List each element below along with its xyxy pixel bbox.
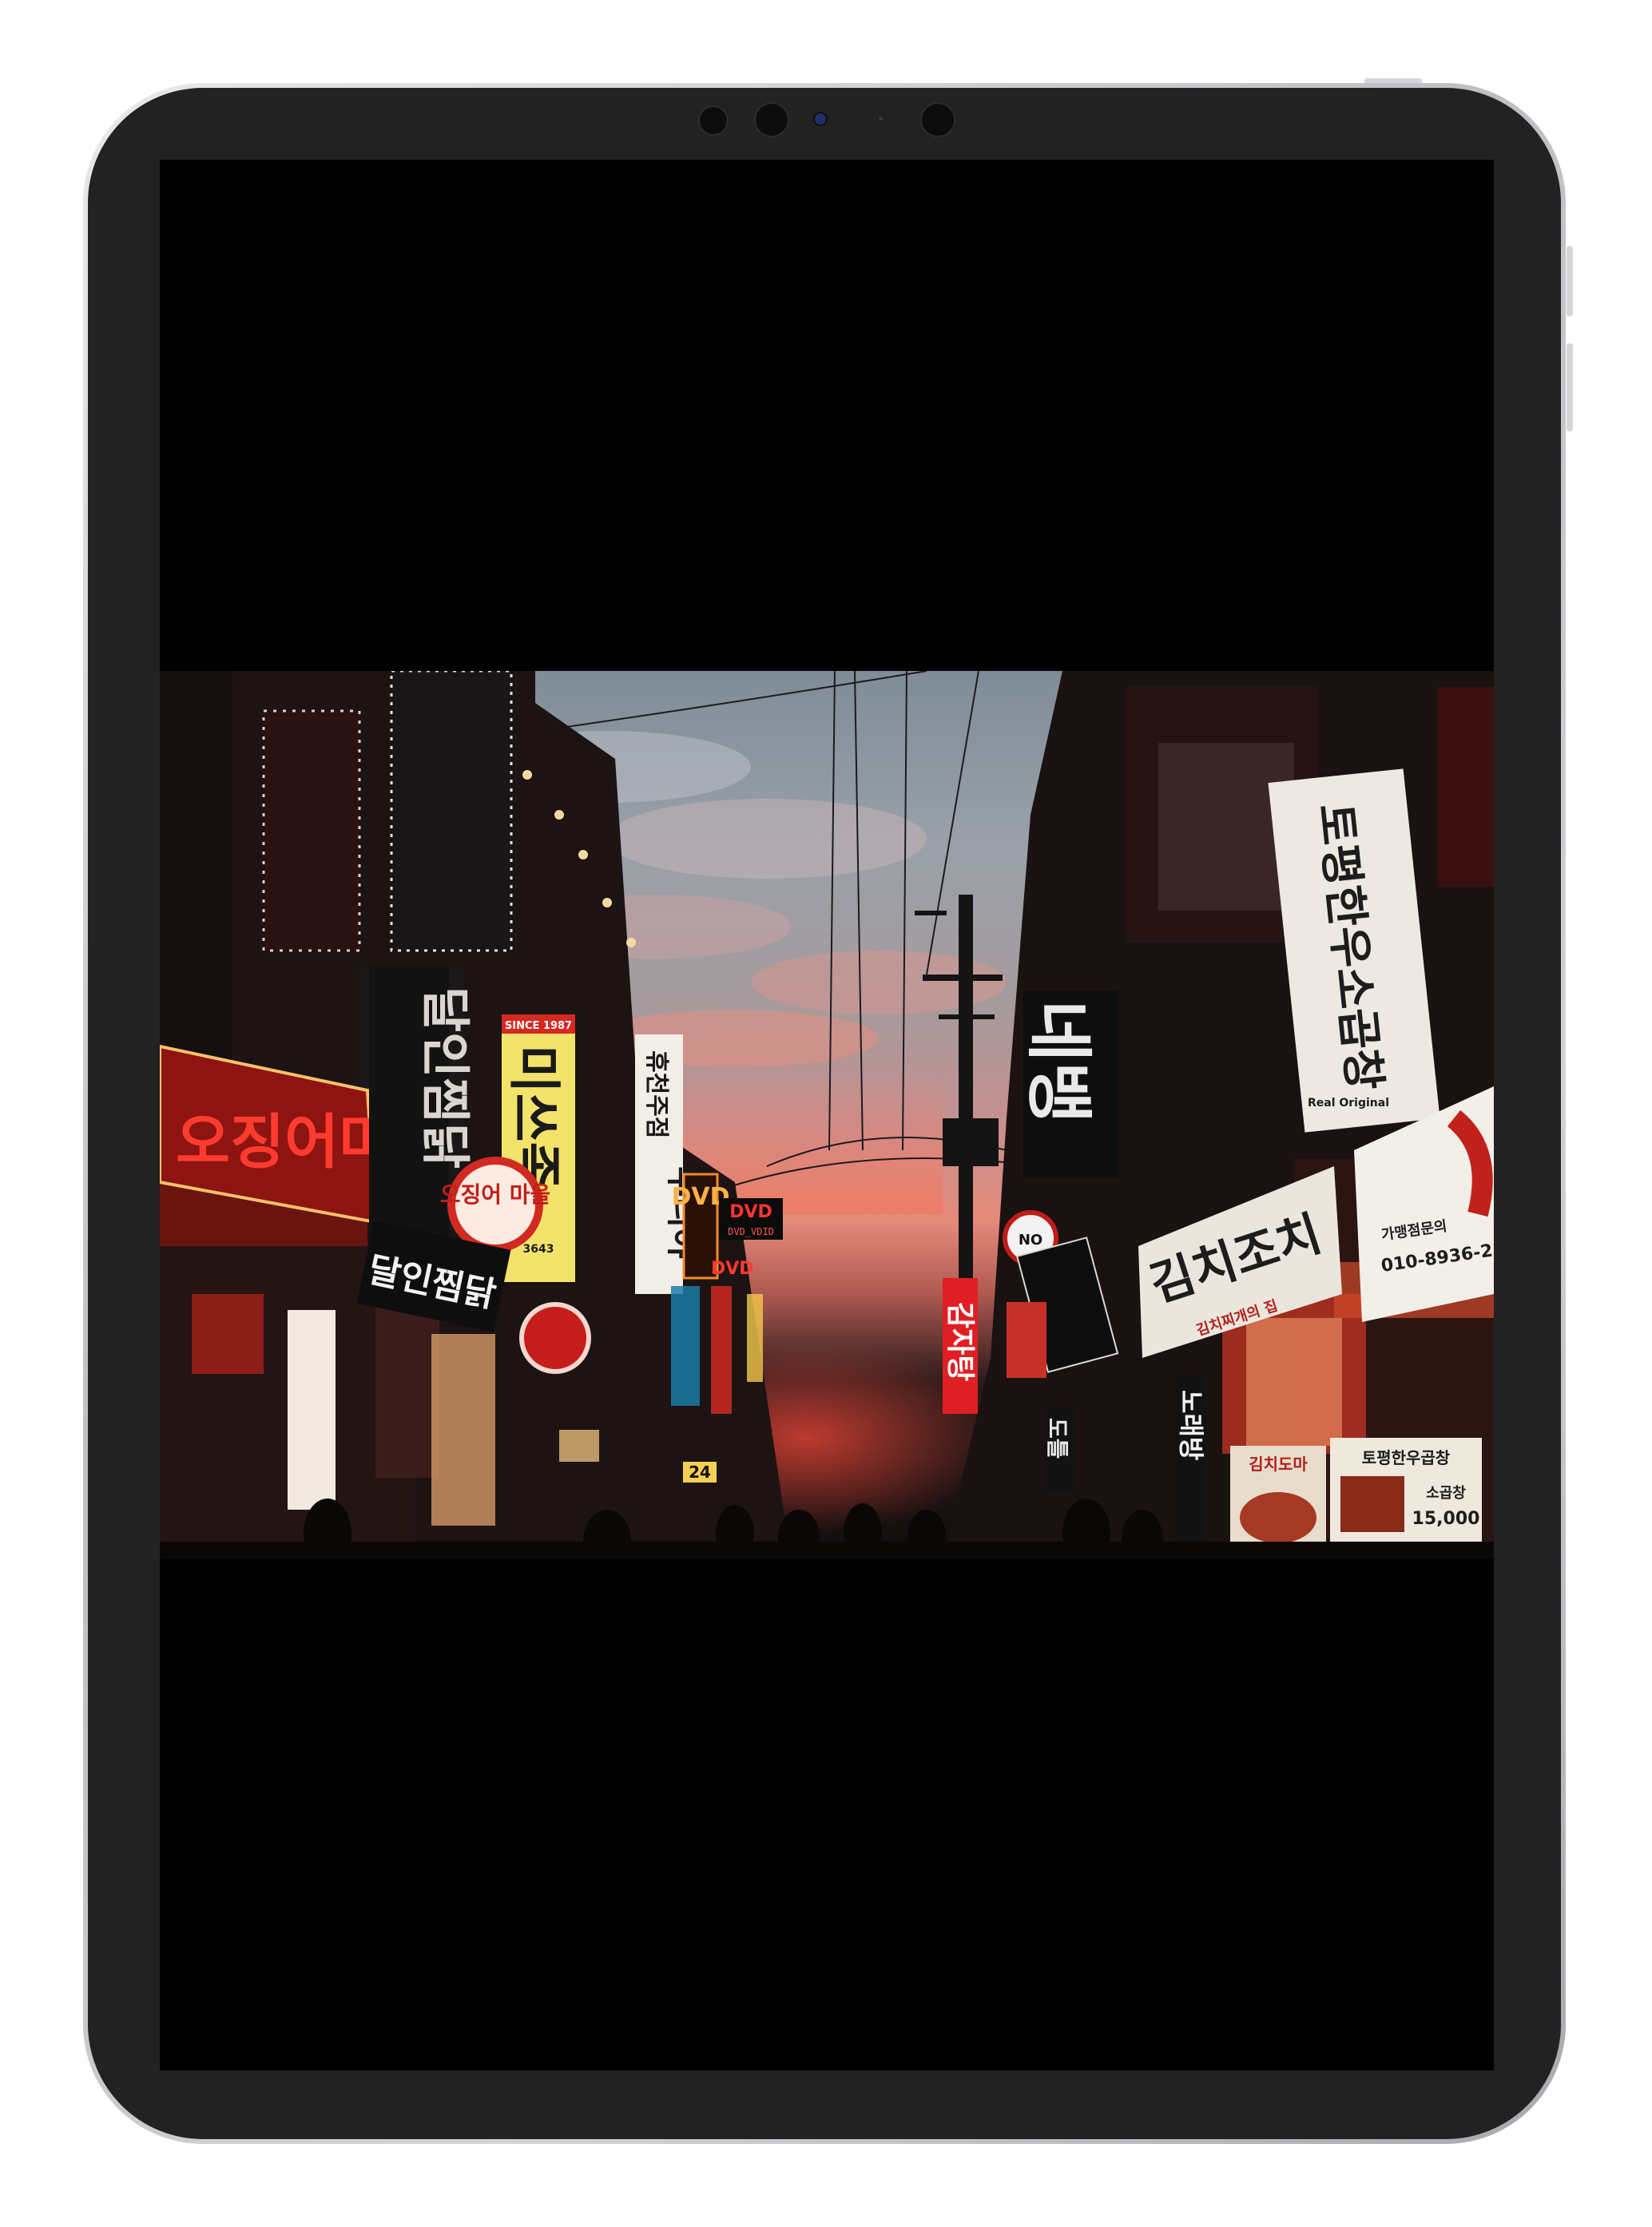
- svg-text:노래방: 노래방: [1176, 1390, 1206, 1460]
- volume-down-button[interactable]: [1567, 343, 1573, 431]
- sign-24-hours: 24: [683, 1462, 717, 1483]
- svg-text:DVD_VDID: DVD_VDID: [728, 1226, 774, 1237]
- sign-yellow-strip: [747, 1294, 763, 1382]
- sensor-icon: [698, 105, 729, 136]
- camera-lens-icon: [813, 112, 828, 126]
- sign-red-round: [519, 1302, 591, 1374]
- tablet-screen[interactable]: 오징어마을 달인찜닭 SINCE 1987 미쓰족 3643 오징어 마을 달인…: [160, 160, 1494, 2070]
- svg-text:달인찜닭: 달인찜닭: [416, 986, 475, 1169]
- svg-text:소곱창: 소곱창: [1426, 1485, 1466, 1502]
- svg-text:Real Original: Real Original: [1308, 1097, 1389, 1110]
- sign-noraebang: 노래방: [1174, 1374, 1206, 1559]
- sign-red-panel: [1007, 1302, 1046, 1378]
- svg-text:김치도마: 김치도마: [1249, 1455, 1308, 1474]
- svg-text:감자탕: 감자탕: [943, 1302, 976, 1381]
- volume-up-button[interactable]: [1567, 246, 1573, 316]
- sign-doteul: 도틀: [1042, 1406, 1074, 1494]
- svg-text:토평한우곱창: 토평한우곱창: [1362, 1448, 1451, 1467]
- svg-text:도틀: 도틀: [1044, 1418, 1070, 1459]
- svg-text:3643: 3643: [523, 1243, 554, 1256]
- sign-red-strip: [711, 1286, 732, 1414]
- street-photo[interactable]: 오징어마을 달인찜닭 SINCE 1987 미쓰족 3643 오징어 마을 달인…: [160, 671, 1494, 1559]
- sign-blue-neon: [671, 1286, 700, 1406]
- svg-text:휴천주점: 휴천주점: [642, 1050, 670, 1138]
- sensor-icon: [920, 102, 955, 137]
- sign-nebang: 네뱅: [1019, 990, 1118, 1178]
- camera-lens-icon: [754, 102, 789, 137]
- svg-text:DVD: DVD: [711, 1259, 754, 1279]
- svg-text:15,000: 15,000: [1412, 1509, 1480, 1529]
- svg-text:SINCE 1987: SINCE 1987: [505, 1020, 572, 1032]
- sign-gamjatang: 감자탕: [943, 1278, 978, 1414]
- svg-text:24: 24: [689, 1463, 711, 1482]
- indicator-dot-icon: [879, 117, 883, 121]
- sign-price-board: 토평한우곱창 소곱창 15,000: [1330, 1438, 1482, 1559]
- svg-text:NO: NO: [1019, 1232, 1042, 1248]
- front-camera-array: [689, 99, 968, 144]
- svg-text:DVD: DVD: [729, 1202, 772, 1222]
- street-photo-illustration: 오징어마을 달인찜닭 SINCE 1987 미쓰족 3643 오징어 마을 달인…: [160, 671, 1494, 1559]
- svg-text:네뱅: 네뱅: [1019, 1000, 1098, 1124]
- svg-text:오징어 마을: 오징어 마을: [440, 1181, 551, 1208]
